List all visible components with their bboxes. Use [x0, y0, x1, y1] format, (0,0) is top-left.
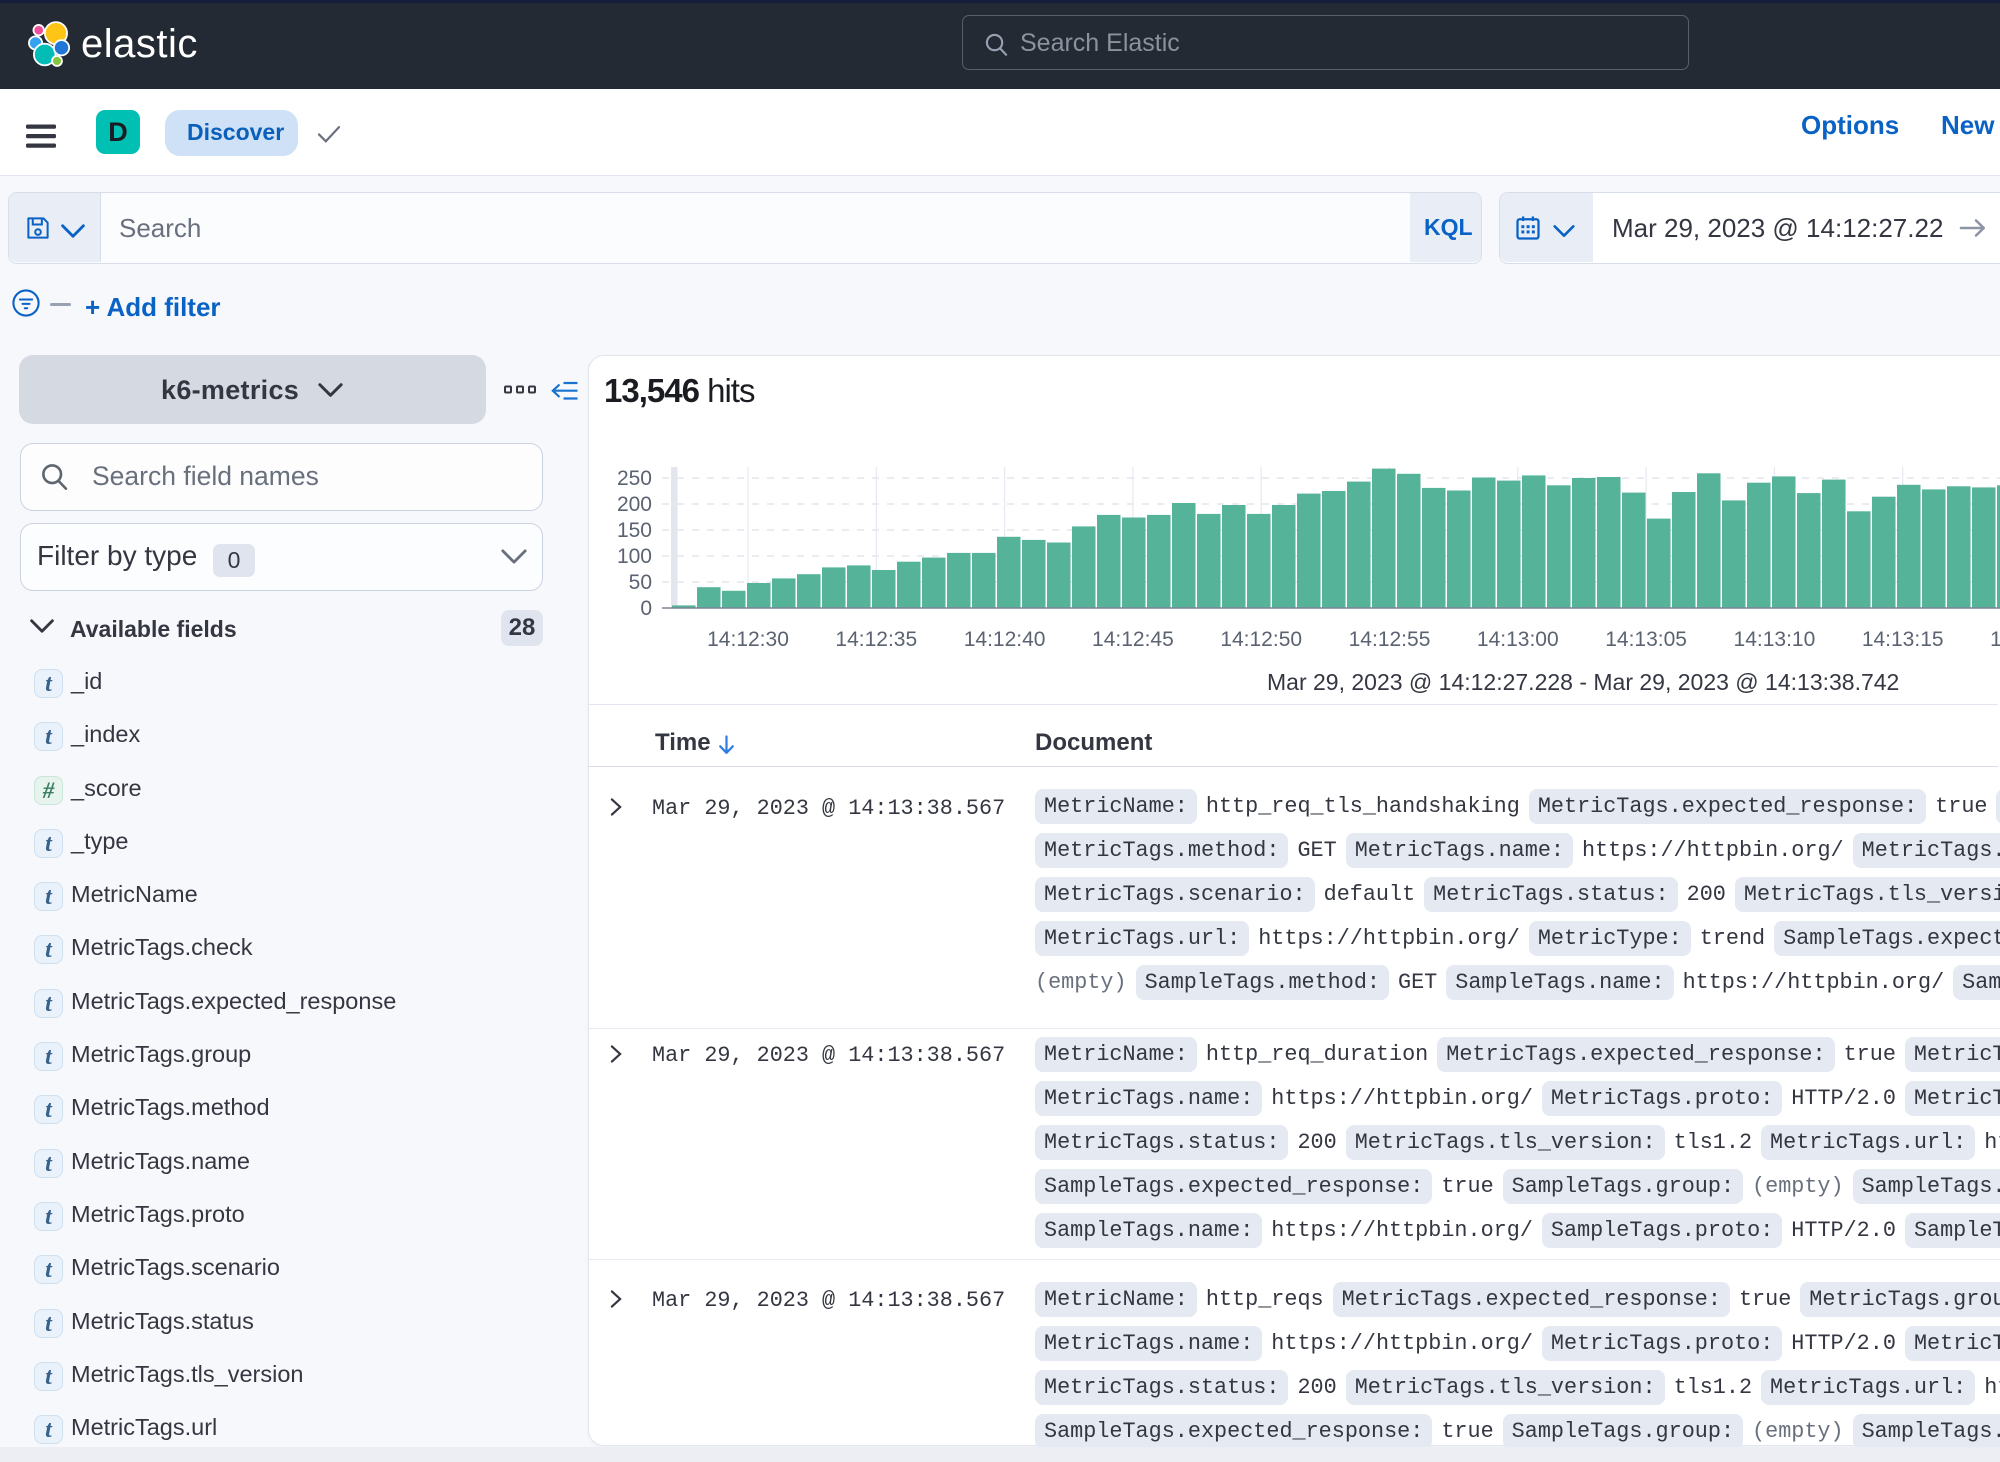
svg-text:100: 100	[617, 545, 652, 568]
svg-text:14:13:05: 14:13:05	[1605, 628, 1687, 651]
svg-text:14:12:30: 14:12:30	[707, 628, 789, 651]
svg-text:14:13:15: 14:13:15	[1862, 628, 1944, 651]
svg-text:14:12:35: 14:12:35	[835, 628, 917, 651]
svg-text:250: 250	[617, 467, 652, 490]
svg-text:14:12:40: 14:12:40	[964, 628, 1046, 651]
svg-text:150: 150	[617, 519, 652, 542]
svg-text:14:12:55: 14:12:55	[1349, 628, 1431, 651]
svg-text:14:13:10: 14:13:10	[1734, 628, 1816, 651]
svg-text:14:12:50: 14:12:50	[1220, 628, 1302, 651]
svg-text:14:12:45: 14:12:45	[1092, 628, 1174, 651]
svg-text:200: 200	[617, 493, 652, 516]
svg-text:14:13:00: 14:13:00	[1477, 628, 1559, 651]
svg-text:0: 0	[640, 597, 652, 620]
svg-text:50: 50	[629, 571, 652, 594]
svg-text:14:13:20: 14:13:20	[1990, 628, 2000, 651]
